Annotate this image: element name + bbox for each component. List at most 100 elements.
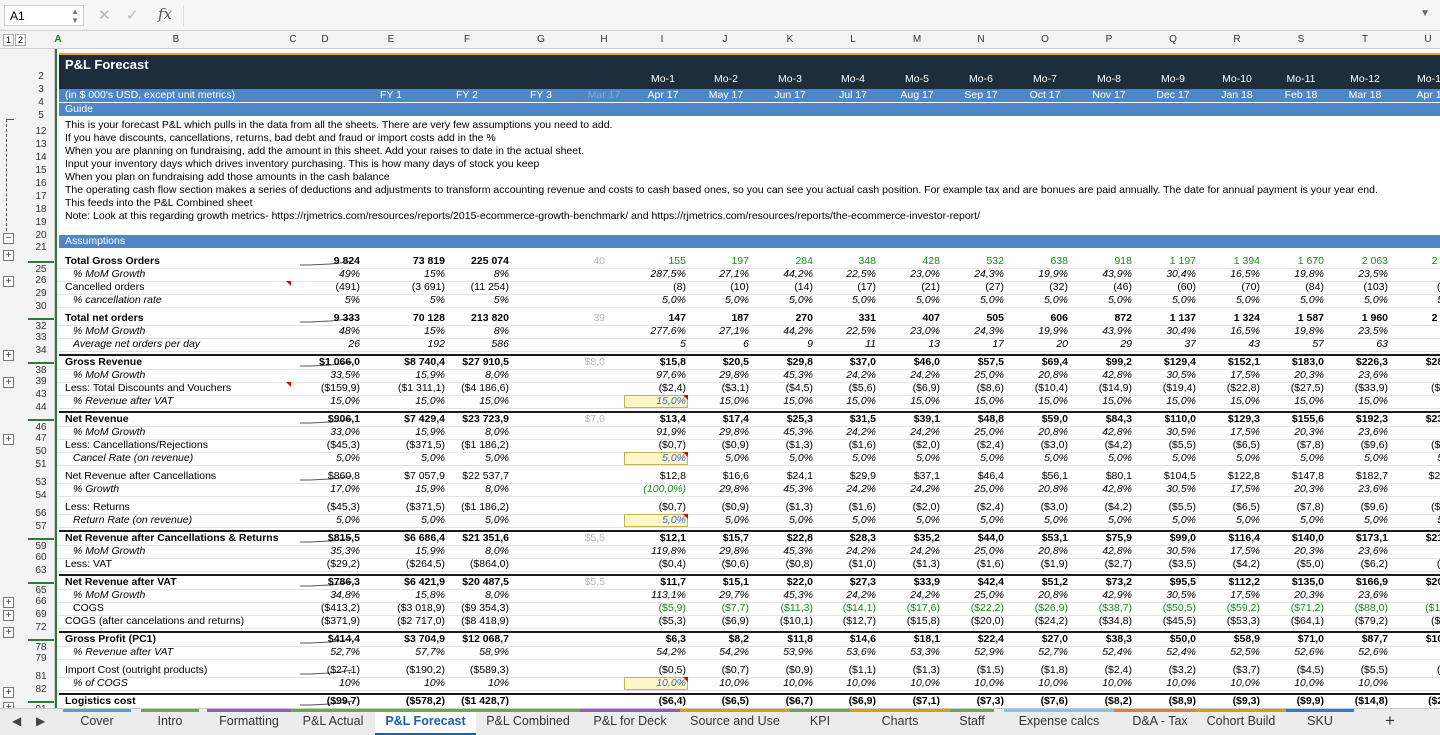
sheet-tab[interactable]: Expense calcs — [1004, 709, 1114, 735]
mar17-value[interactable]: $8,0 — [545, 356, 605, 369]
month-value[interactable]: 5,0% — [944, 452, 1004, 465]
month-value[interactable]: (12 — [1392, 281, 1440, 294]
month-value[interactable]: $215, — [1392, 532, 1440, 545]
row-header[interactable]: 19 — [28, 216, 54, 229]
month-value[interactable]: 5,0% — [1136, 294, 1196, 307]
fy-value[interactable]: $6 421,9 — [375, 576, 445, 589]
month-value[interactable]: ($79,2) — [1328, 615, 1388, 628]
fy-value[interactable]: 5% — [439, 294, 509, 307]
fy-value[interactable]: $815,5 — [290, 532, 360, 545]
row-header[interactable]: 2 — [28, 70, 54, 83]
month-value[interactable]: 5,0% — [1328, 514, 1388, 527]
month-value[interactable]: 348 — [816, 255, 876, 268]
month-value[interactable]: 5,0% — [816, 452, 876, 465]
month-value[interactable]: ($0,9) — [689, 439, 749, 452]
row-header[interactable]: 39 — [28, 375, 54, 388]
month-value[interactable]: $281, — [1392, 356, 1440, 369]
row-label[interactable]: Total net orders — [65, 312, 295, 325]
fy-value[interactable]: 33,5% — [290, 369, 360, 382]
row-label[interactable]: Gross Revenue — [65, 356, 295, 369]
month-value[interactable]: 53,9% — [753, 646, 813, 659]
month-value[interactable]: $59,0 — [1008, 413, 1068, 426]
month-value[interactable]: 22,5% — [816, 325, 876, 338]
fy-value[interactable]: 57,7% — [375, 646, 445, 659]
row-header[interactable]: 5 — [28, 109, 54, 122]
month-value[interactable]: ($1,9) — [1008, 558, 1068, 571]
fy-value[interactable]: ($3 018,9) — [375, 602, 445, 615]
column-header[interactable]: P — [1089, 31, 1129, 49]
fy-value[interactable]: ($29,2) — [290, 558, 360, 571]
month-value[interactable]: 15,0% — [753, 395, 813, 408]
month-value[interactable]: 17,5% — [1200, 426, 1260, 439]
month-value[interactable]: 52,4% — [1072, 646, 1132, 659]
month-value[interactable]: ($3,7) — [1200, 664, 1260, 677]
month-value[interactable]: 13 — [880, 338, 940, 351]
fy-value[interactable]: 15% — [375, 268, 445, 281]
month-value[interactable]: ($9,6) — [1328, 501, 1388, 514]
month-value[interactable]: 45,3% — [753, 426, 813, 439]
month-value[interactable]: 23,6% — [1328, 369, 1388, 382]
fy-value[interactable]: (491) — [290, 281, 360, 294]
month-value[interactable]: 197 — [689, 255, 749, 268]
month-value[interactable]: 17 — [944, 338, 1004, 351]
fy-value[interactable]: 10% — [439, 677, 509, 690]
month-value[interactable]: 24,2% — [880, 589, 940, 602]
row-label[interactable]: Net Revenue after Cancellations & Return… — [65, 532, 295, 545]
row-label[interactable]: % of COGS — [73, 677, 303, 690]
fy-value[interactable]: 8,0% — [439, 589, 509, 602]
month-value[interactable]: 10,0% — [880, 677, 940, 690]
sheet-tab[interactable]: P&L Forecast — [375, 709, 476, 735]
month-value[interactable]: 5,0% — [1072, 452, 1132, 465]
month-value[interactable]: ($5,6) — [816, 382, 876, 395]
fy-value[interactable]: 73 819 — [375, 255, 445, 268]
name-box[interactable]: A1 ▲ ▼ — [4, 5, 84, 26]
column-header[interactable]: D — [305, 31, 345, 49]
fy-value[interactable]: ($4 186,6) — [439, 382, 509, 395]
month-value[interactable]: $152,1 — [1200, 356, 1260, 369]
sheet-tab[interactable]: Formatting — [207, 709, 291, 735]
month-value[interactable]: ($45,5) — [1136, 615, 1196, 628]
month-value[interactable]: 15,0% — [626, 395, 686, 408]
month-value[interactable]: 15,0% — [1264, 395, 1324, 408]
row-header[interactable]: 43 — [28, 388, 54, 401]
row-header[interactable]: 78 — [28, 639, 54, 653]
month-value[interactable]: 5,0% — [880, 452, 940, 465]
row-header[interactable]: 59 — [28, 538, 54, 552]
fy-value[interactable]: 48% — [290, 325, 360, 338]
outline-expand-icon[interactable]: + — [3, 687, 14, 698]
month-value[interactable]: $15,1 — [689, 576, 749, 589]
month-value[interactable]: $239, — [1392, 413, 1440, 426]
month-value[interactable]: 5,0% — [1200, 452, 1260, 465]
month-value[interactable]: 53,6% — [816, 646, 876, 659]
month-value[interactable]: 5,0% — [1008, 452, 1068, 465]
month-value[interactable]: 23,5% — [1328, 325, 1388, 338]
fy-value[interactable]: 70 128 — [375, 312, 445, 325]
month-value[interactable]: $29,8 — [753, 356, 813, 369]
fy-value[interactable]: ($99,7) — [290, 695, 360, 708]
outline-level-2-button[interactable]: 2 — [15, 34, 26, 46]
month-value[interactable]: 52,5% — [1200, 646, 1260, 659]
month-value[interactable]: ($5,5) — [1136, 501, 1196, 514]
row-header[interactable]: 44 — [28, 401, 54, 414]
month-value[interactable]: 10,0% — [1008, 677, 1068, 690]
column-header[interactable]: J — [705, 31, 745, 49]
row-header[interactable]: 65 — [28, 582, 54, 596]
month-value[interactable]: $11,8 — [753, 633, 813, 646]
month-value[interactable]: 54,2% — [626, 646, 686, 659]
month-value[interactable]: 10,0% — [626, 677, 686, 690]
month-value[interactable]: ($0,9) — [689, 501, 749, 514]
month-value[interactable]: 6 — [689, 338, 749, 351]
fy-value[interactable]: 8% — [439, 268, 509, 281]
month-value[interactable]: 42,8% — [1072, 426, 1132, 439]
month-value[interactable]: $183,0 — [1264, 356, 1324, 369]
month-value[interactable]: ($33,9) — [1328, 382, 1388, 395]
month-value[interactable]: 27,1% — [689, 325, 749, 338]
month-value[interactable]: 24,3% — [944, 325, 1004, 338]
month-value[interactable]: ($22,8) — [1200, 382, 1260, 395]
month-value[interactable]: $182,7 — [1328, 470, 1388, 483]
sheet-tab[interactable]: SKU — [1286, 709, 1354, 735]
month-value[interactable]: 277,6% — [626, 325, 686, 338]
month-value[interactable]: 24 — [1392, 369, 1440, 382]
month-value[interactable]: $39,1 — [880, 413, 940, 426]
month-value[interactable]: 20,8% — [1008, 589, 1068, 602]
